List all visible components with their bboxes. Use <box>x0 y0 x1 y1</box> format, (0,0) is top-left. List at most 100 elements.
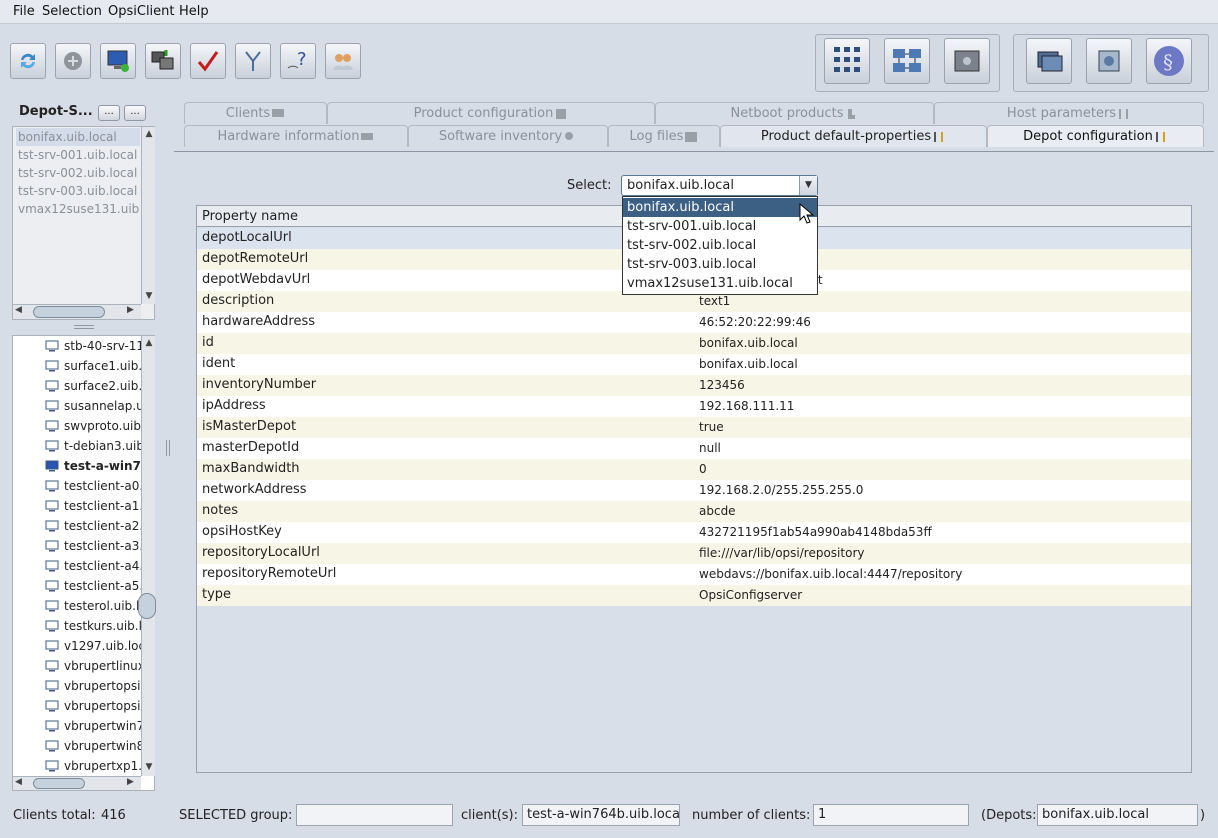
table-row[interactable]: id bonifax.uib.local <box>197 333 1191 354</box>
split-divider[interactable] <box>74 325 94 329</box>
scroll-up-icon[interactable]: ▲ <box>142 127 156 141</box>
tab-hardware-information[interactable]: Hardware information <box>184 125 408 147</box>
table-row[interactable]: inventoryNumber 123456 <box>197 375 1191 396</box>
client-tree-item[interactable]: testkurs.uib.l <box>45 616 153 636</box>
dropdown-option[interactable]: vmax12suse131.uib.local <box>623 274 817 293</box>
client-tree-hscrollbar[interactable]: ◀ ▶ <box>13 776 141 790</box>
client-tree-item[interactable]: vbrupertwin8 <box>45 736 153 756</box>
property-value-cell[interactable]: 192.168.111.11 <box>699 399 794 413</box>
depot-option-button-2[interactable]: ... <box>124 105 146 121</box>
new-client-button[interactable] <box>100 43 136 79</box>
depot-option-button-1[interactable]: ... <box>98 105 120 121</box>
client-tree-item[interactable]: v1297.uib.loc <box>45 636 153 656</box>
scroll-down-icon[interactable]: ▼ <box>142 760 156 774</box>
depot-item[interactable]: tst-srv-001.uib.local <box>16 146 140 164</box>
selected-group-field[interactable] <box>296 804 453 826</box>
group-button[interactable] <box>1086 38 1132 84</box>
depots-field[interactable]: bonifax.uib.local <box>1037 804 1198 826</box>
server-console-button[interactable] <box>1026 38 1072 84</box>
tab-host-parameters[interactable]: Host parameters <box>934 102 1204 124</box>
property-value-cell[interactable]: file:///var/lib/opsi/repository <box>699 546 864 560</box>
client-tree-item[interactable]: t-debian3.uib <box>45 436 153 456</box>
dropdown-option[interactable]: tst-srv-001.uib.local <box>623 217 817 236</box>
tab-netboot-products[interactable]: Netboot products <box>655 102 934 124</box>
table-row[interactable]: type OpsiConfigserver <box>197 585 1191 606</box>
vertical-split-divider[interactable] <box>166 440 170 456</box>
depot-item[interactable]: bonifax.uib.local <box>16 128 140 146</box>
tab-log-files[interactable]: Log files <box>608 125 720 147</box>
dropdown-option[interactable]: tst-srv-002.uib.local <box>623 236 817 255</box>
client-tree-item[interactable]: vbrupertxp1.u <box>45 756 153 776</box>
client-tree-item[interactable]: vbrupertlinux <box>45 656 153 676</box>
property-value-cell[interactable]: 46:52:20:22:99:46 <box>699 315 811 329</box>
depot-list-scrollbar[interactable]: ▲ ▼ <box>141 127 155 304</box>
wifi-help-button[interactable]: ? <box>280 43 316 79</box>
depot-item[interactable]: vmax12suse131.uib.l <box>16 200 140 218</box>
property-value-cell[interactable]: true <box>699 420 724 434</box>
client-tree-item[interactable]: testclient-a2. <box>45 516 153 536</box>
table-row[interactable]: isMasterDepot true <box>197 417 1191 438</box>
client-tree-item[interactable]: testclient-a4. <box>45 556 153 576</box>
scroll-right-icon[interactable]: ▶ <box>127 777 134 787</box>
tab-product-configuration[interactable]: Product configuration <box>327 102 655 124</box>
scroll-up-icon[interactable]: ▲ <box>142 336 156 350</box>
client-tree-item[interactable]: vbrupertopsi. <box>45 676 153 696</box>
scroll-left-icon[interactable]: ◀ <box>15 305 22 315</box>
property-value-cell[interactable]: text1 <box>699 294 730 308</box>
tab-clients[interactable]: Clients <box>184 102 327 124</box>
table-row[interactable]: hardwareAddress 46:52:20:22:99:46 <box>197 312 1191 333</box>
property-value-cell[interactable]: 192.168.2.0/255.255.255.0 <box>699 483 863 497</box>
table-row[interactable]: masterDepotId null <box>197 438 1191 459</box>
client-tree-item[interactable]: testclient-a1. <box>45 496 153 516</box>
property-value-cell[interactable]: 0 <box>699 462 707 476</box>
client-tree-item[interactable]: stb-40-srv-11 <box>45 336 153 356</box>
network-button[interactable] <box>884 38 930 84</box>
client-tree-item[interactable]: swvproto.uib. <box>45 416 153 436</box>
license-button[interactable] <box>944 38 990 84</box>
opsi-logo-button[interactable]: § <box>1146 38 1192 84</box>
property-value-cell[interactable]: webdavs://bonifax.uib.local:4447/reposit… <box>699 567 962 581</box>
menu-selection[interactable]: Selection <box>42 4 102 19</box>
dropdown-option[interactable]: bonifax.uib.local <box>623 198 817 217</box>
depot-select[interactable]: bonifax.uib.local ▼ <box>621 175 818 196</box>
chevron-down-icon[interactable]: ▼ <box>799 176 817 195</box>
filter-button[interactable] <box>235 43 271 79</box>
tab-depot-configuration[interactable]: Depot configuration <box>987 125 1204 147</box>
client-tree-item[interactable]: vbrupertwin7 <box>45 716 153 736</box>
property-value-cell[interactable]: bonifax.uib.local <box>699 357 798 371</box>
client-tree-item[interactable]: testerol.uib.lo <box>45 596 153 616</box>
number-of-clients-field[interactable]: 1 <box>813 804 969 826</box>
property-value-cell[interactable]: bonifax.uib.local <box>699 336 798 350</box>
client-tree-item[interactable]: susannelap.u <box>45 396 153 416</box>
client-grid-button[interactable] <box>824 38 870 84</box>
table-row[interactable]: maxBandwidth 0 <box>197 459 1191 480</box>
tree-scroll-handle[interactable] <box>138 593 156 619</box>
depot-item[interactable]: tst-srv-002.uib.local <box>16 164 140 182</box>
client-tree-item[interactable]: surface2.uib. <box>45 376 153 396</box>
client-tree-item[interactable]: testclient-a5. <box>45 576 153 596</box>
menu-help[interactable]: Help <box>179 4 209 19</box>
property-value-cell[interactable]: null <box>699 441 721 455</box>
depot-list-hscrollbar[interactable]: ◀ ▶ <box>13 304 141 319</box>
reload-button[interactable] <box>10 43 46 79</box>
scroll-right-icon[interactable]: ▶ <box>127 305 134 315</box>
menu-opsiclient[interactable]: OpsiClient <box>108 4 175 19</box>
scroll-down-icon[interactable]: ▼ <box>142 289 156 303</box>
check-button[interactable] <box>190 43 226 79</box>
users-help-button[interactable] <box>325 43 361 79</box>
session-button[interactable] <box>55 43 91 79</box>
menu-file[interactable]: File <box>13 4 35 19</box>
header-property-name[interactable]: Property name <box>202 209 298 224</box>
scroll-thumb[interactable] <box>33 778 85 789</box>
client-tree-item[interactable]: surface1.uib. <box>45 356 153 376</box>
selected-clients-field[interactable]: test-a-win764b.uib.local <box>522 804 680 826</box>
depot-item[interactable]: tst-srv-003.uib.local <box>16 182 140 200</box>
property-value-cell[interactable]: OpsiConfigserver <box>699 588 802 602</box>
table-row[interactable]: networkAddress 192.168.2.0/255.255.255.0 <box>197 480 1191 501</box>
property-value-cell[interactable]: 123456 <box>699 378 745 392</box>
table-row[interactable]: opsiHostKey 432721195f1ab54a990ab4148bda5… <box>197 522 1191 543</box>
table-row[interactable]: repositoryLocalUrl file:///var/lib/opsi/r… <box>197 543 1191 564</box>
client-tree-item[interactable]: test-a-win7 <box>45 456 153 476</box>
table-row[interactable]: repositoryRemoteUrl webdavs://bonifax.uib… <box>197 564 1191 585</box>
table-row[interactable]: ipAddress 192.168.111.11 <box>197 396 1191 417</box>
